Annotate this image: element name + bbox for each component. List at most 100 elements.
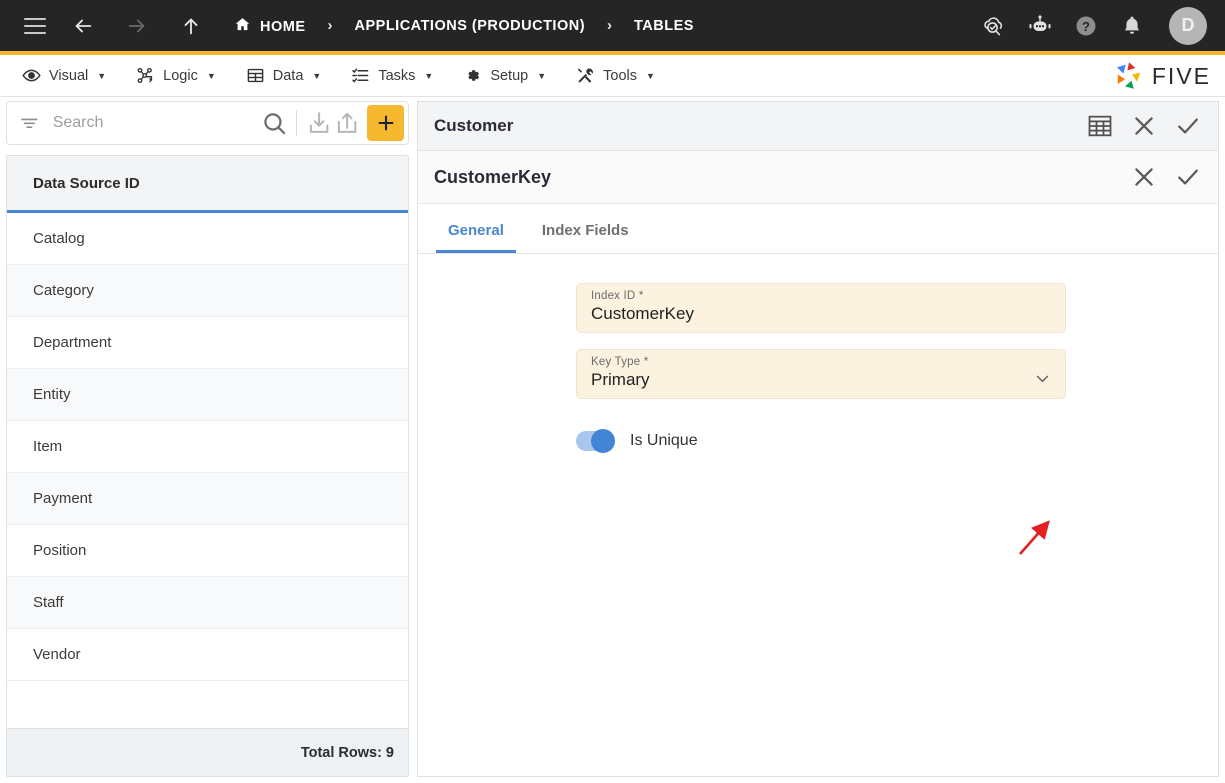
search-input[interactable]	[39, 114, 260, 132]
is-unique-toggle[interactable]	[576, 429, 615, 453]
key-type-label: Key Type *	[591, 356, 649, 368]
menu-setup-label: Setup	[490, 67, 529, 84]
record-header: Customer	[418, 102, 1218, 151]
breadcrumb-item-tables[interactable]: TABLES	[634, 18, 694, 34]
menu-setup[interactable]: Setup ▼	[459, 62, 550, 89]
up-arrow-icon[interactable]	[174, 9, 208, 43]
breadcrumb-separator: ›	[607, 17, 613, 34]
chevron-down-icon: ▼	[646, 70, 655, 81]
menu-visual-label: Visual	[49, 67, 89, 84]
notifications-bell-icon[interactable]	[1119, 13, 1145, 39]
eye-icon	[22, 66, 41, 85]
key-type-value: Primary	[591, 370, 650, 389]
sub-record-header: CustomerKey	[418, 151, 1218, 204]
menu-tasks-label: Tasks	[378, 67, 416, 84]
menu-tasks[interactable]: Tasks ▼	[347, 62, 437, 89]
sub-record-actions	[1130, 163, 1202, 191]
breadcrumb-separator: ›	[327, 17, 333, 34]
user-avatar[interactable]: D	[1169, 6, 1207, 45]
gear-icon	[463, 66, 482, 85]
add-record-button[interactable]	[367, 105, 404, 141]
menu-visual[interactable]: Visual ▼	[18, 62, 110, 89]
chevron-down-icon: ▼	[206, 70, 216, 81]
tab-index-fields[interactable]: Index Fields	[530, 222, 641, 253]
back-arrow-icon[interactable]	[66, 9, 100, 43]
chevron-down-icon: ▼	[312, 70, 322, 81]
home-icon	[234, 16, 251, 33]
list-item[interactable]: Position	[7, 525, 408, 577]
search-toolbar	[6, 101, 409, 145]
search-icon[interactable]	[260, 108, 288, 138]
robot-chat-icon[interactable]	[1027, 13, 1053, 39]
hamburger-menu-icon[interactable]	[24, 17, 46, 34]
check-icon[interactable]	[1174, 112, 1202, 140]
record-header-actions	[1086, 112, 1202, 140]
filter-icon[interactable]	[19, 112, 40, 134]
grid-total-rows: Total Rows: 9	[7, 728, 408, 776]
is-unique-label: Is Unique	[630, 432, 698, 449]
five-pinwheel-icon	[1113, 60, 1145, 92]
toolbar-divider	[295, 110, 297, 136]
checklist-icon	[351, 66, 370, 85]
logic-nodes-icon	[136, 66, 155, 85]
record-editor-panel: Customer CustomerKey General Index Field…	[417, 101, 1219, 777]
index-id-value: CustomerKey	[591, 304, 694, 323]
list-item[interactable]: Catalog	[7, 213, 408, 265]
list-item[interactable]: Item	[7, 421, 408, 473]
annotation-arrow	[1019, 520, 1050, 555]
is-unique-row: Is Unique	[576, 429, 1218, 453]
top-bar-actions: ? D	[981, 0, 1207, 51]
breadcrumb-item-home[interactable]: HOME	[234, 16, 306, 35]
tools-icon	[576, 66, 595, 85]
grid-column-header[interactable]: Data Source ID	[7, 156, 408, 213]
five-wordmark: FIVE	[1151, 62, 1211, 89]
index-id-label: Index ID *	[591, 290, 644, 302]
grid-empty-row	[7, 681, 408, 728]
breadcrumb-label-home: HOME	[260, 19, 306, 35]
svg-text:?: ?	[1082, 19, 1090, 34]
help-icon[interactable]: ?	[1073, 13, 1099, 39]
check-icon[interactable]	[1174, 163, 1202, 191]
import-download-icon[interactable]	[305, 108, 333, 138]
index-id-field[interactable]: Index ID * CustomerKey	[576, 283, 1066, 333]
menu-logic-label: Logic	[163, 67, 198, 84]
menu-logic[interactable]: Logic ▼	[132, 62, 220, 89]
menu-tools[interactable]: Tools ▼	[572, 62, 659, 89]
menu-data-label: Data	[272, 67, 304, 84]
top-navigation-bar: HOME › APPLICATIONS (PRODUCTION) › TABLE…	[0, 0, 1225, 51]
data-source-grid: Data Source ID Catalog Category Departme…	[6, 155, 409, 777]
menu-tools-label: Tools	[603, 67, 637, 84]
breadcrumb: HOME › APPLICATIONS (PRODUCTION) › TABLE…	[234, 16, 694, 35]
breadcrumb-item-applications[interactable]: APPLICATIONS (PRODUCTION)	[355, 18, 586, 34]
list-item[interactable]: Payment	[7, 473, 408, 525]
chevron-down-icon[interactable]	[1034, 370, 1051, 387]
menu-data[interactable]: Data ▼	[242, 62, 326, 89]
chevron-down-icon: ▼	[537, 70, 547, 81]
list-item[interactable]: Vendor	[7, 629, 408, 681]
chevron-down-icon: ▼	[424, 70, 434, 81]
table-grid-icon	[246, 66, 265, 85]
tab-general[interactable]: General	[436, 222, 516, 253]
table-grid-icon[interactable]	[1086, 112, 1114, 140]
page-title: Customer	[434, 116, 514, 135]
record-tabs: General Index Fields	[418, 204, 1218, 254]
close-x-icon[interactable]	[1130, 163, 1158, 191]
key-type-field[interactable]: Key Type * Primary	[576, 349, 1066, 399]
application-window: HOME › APPLICATIONS (PRODUCTION) › TABLE…	[0, 0, 1225, 783]
five-logo: FIVE	[1113, 55, 1211, 97]
data-sources-panel: Data Source ID Catalog Category Departme…	[6, 101, 409, 777]
record-form: Index ID * CustomerKey Key Type * Primar…	[418, 254, 1218, 776]
main-menu-bar: Visual ▼ Logic ▼ Data ▼ Tasks ▼ Setup ▼ …	[0, 55, 1225, 97]
export-share-icon[interactable]	[333, 108, 361, 138]
forward-arrow-icon[interactable]	[120, 9, 154, 43]
toggle-knob	[591, 429, 615, 453]
list-item[interactable]: Department	[7, 317, 408, 369]
cloud-check-icon[interactable]	[981, 13, 1007, 39]
list-item[interactable]: Category	[7, 265, 408, 317]
close-x-icon[interactable]	[1130, 112, 1158, 140]
grid-rows: Catalog Category Department Entity Item …	[7, 213, 408, 728]
sub-record-title: CustomerKey	[434, 166, 552, 187]
chevron-down-icon: ▼	[97, 70, 107, 81]
list-item[interactable]: Entity	[7, 369, 408, 421]
list-item[interactable]: Staff	[7, 577, 408, 629]
